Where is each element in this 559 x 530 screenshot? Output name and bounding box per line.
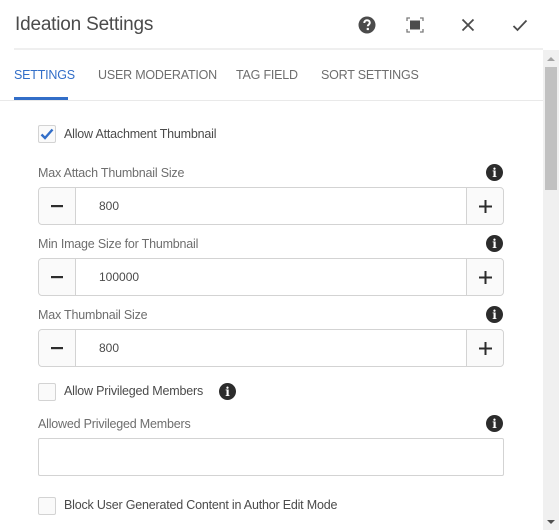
dialog-title: Ideation Settings	[15, 14, 154, 35]
max-thumbnail-size-label: Max Thumbnail Size	[38, 308, 148, 322]
scroll-up-arrow-icon[interactable]	[547, 57, 555, 61]
allowed-privileged-members-label: Allowed Privileged Members	[38, 417, 191, 431]
plus-icon	[478, 199, 492, 213]
minus-icon	[51, 205, 63, 208]
increment-button[interactable]	[466, 259, 503, 295]
scrollbar-thumb[interactable]	[545, 67, 557, 190]
fullscreen-button[interactable]	[404, 14, 426, 36]
decrement-button[interactable]	[39, 259, 76, 295]
tab-tag-field[interactable]: TAG FIELD	[236, 68, 298, 82]
help-icon	[358, 16, 376, 34]
info-icon[interactable]: i	[486, 415, 503, 432]
plus-icon	[478, 270, 492, 284]
min-image-size-label: Min Image Size for Thumbnail	[38, 237, 199, 251]
vertical-scrollbar[interactable]	[543, 50, 559, 530]
minus-icon	[51, 276, 63, 279]
max-thumbnail-size-stepper	[38, 329, 504, 367]
tab-bar: SETTINGS USER MODERATION TAG FIELD SORT …	[0, 50, 543, 101]
active-tab-indicator	[14, 97, 68, 100]
close-icon	[461, 18, 475, 32]
min-image-size-stepper	[38, 258, 504, 296]
info-icon[interactable]: i	[219, 383, 236, 400]
block-ugc-author-edit-label: Block User Generated Content in Author E…	[64, 498, 338, 512]
allow-privileged-members-checkbox[interactable]	[38, 383, 56, 401]
max-thumbnail-size-input[interactable]	[77, 330, 466, 366]
minus-icon	[51, 347, 63, 350]
allow-attachment-thumbnail-label: Allow Attachment Thumbnail	[64, 127, 217, 141]
info-icon[interactable]: i	[486, 235, 503, 252]
allow-privileged-members-label: Allow Privileged Members	[64, 384, 203, 398]
checkmark-icon	[40, 128, 54, 140]
tab-sort-settings[interactable]: SORT SETTINGS	[321, 68, 419, 82]
plus-icon	[478, 341, 492, 355]
max-attach-thumbnail-size-stepper	[38, 187, 504, 225]
tab-settings[interactable]: SETTINGS	[14, 68, 75, 82]
done-button[interactable]	[509, 14, 531, 36]
cancel-button[interactable]	[457, 14, 479, 36]
help-button[interactable]	[356, 14, 378, 36]
min-image-size-input[interactable]	[77, 259, 466, 295]
increment-button[interactable]	[466, 188, 503, 224]
info-icon[interactable]: i	[486, 306, 503, 323]
decrement-button[interactable]	[39, 188, 76, 224]
max-attach-thumbnail-size-label: Max Attach Thumbnail Size	[38, 166, 185, 180]
fullscreen-icon	[406, 17, 424, 33]
allow-attachment-thumbnail-checkbox[interactable]	[38, 125, 56, 143]
allowed-privileged-members-input[interactable]	[38, 438, 504, 476]
dialog-header: Ideation Settings	[0, 0, 559, 50]
info-icon[interactable]: i	[486, 164, 503, 181]
tab-user-moderation[interactable]: USER MODERATION	[98, 68, 217, 82]
scroll-down-arrow-icon[interactable]	[547, 520, 555, 524]
max-attach-thumbnail-size-input[interactable]	[77, 188, 466, 224]
increment-button[interactable]	[466, 330, 503, 366]
block-ugc-author-edit-checkbox[interactable]	[38, 497, 56, 515]
decrement-button[interactable]	[39, 330, 76, 366]
check-icon	[512, 19, 528, 31]
